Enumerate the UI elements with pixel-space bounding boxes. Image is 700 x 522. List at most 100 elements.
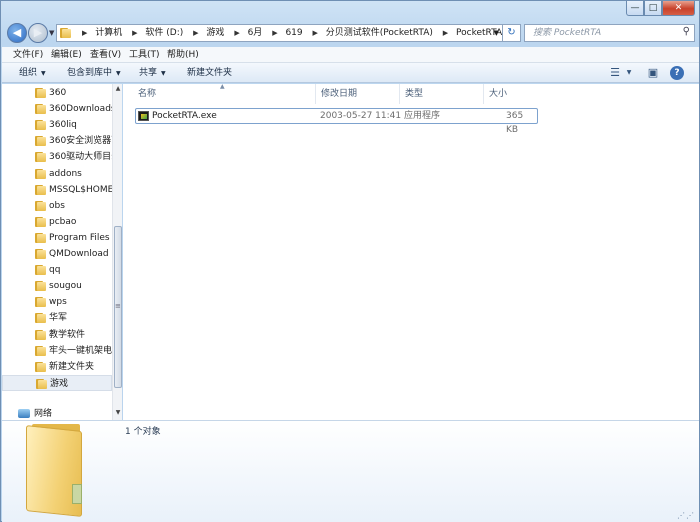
sidebar-item-label: 360驱动大师目录 (49, 152, 112, 163)
maximize-button[interactable]: □ (644, 1, 662, 16)
menu-edit[interactable]: 编辑(E) (51, 47, 82, 63)
explorer-window: — □ ✕ ◀ ▶ ▼ ▶ 计算机 ▶ 软件 (D:) ▶ 游戏 ▶ 6月 ▶ … (0, 0, 700, 522)
breadcrumb-arrow-icon[interactable]: ▶ (443, 29, 448, 37)
refresh-button[interactable]: ↻ (503, 24, 521, 42)
sidebar-folder-item[interactable]: QMDownload (2, 246, 112, 262)
sidebar-folder-item[interactable]: 360安全浏览器下 (2, 133, 112, 149)
chevron-down-icon: ▼ (161, 70, 166, 77)
breadcrumb-arrow-icon[interactable]: ▶ (272, 29, 277, 37)
new-folder-button[interactable]: 新建文件夹 (187, 63, 232, 83)
share-button[interactable]: 共享 ▼ (139, 63, 166, 84)
network-icon (18, 409, 30, 418)
breadcrumb-drive-d[interactable]: 软件 (D:) (145, 28, 183, 38)
sidebar-item-network[interactable]: 网络 (18, 408, 52, 420)
folder-icon (36, 378, 47, 389)
file-list-pane: 名称 ▲ 修改日期 类型 大小 PocketRTA.exe 2003-05-27… (123, 83, 699, 420)
search-icon[interactable]: ⚲ (683, 26, 690, 37)
sidebar-item-label: qq (49, 265, 61, 276)
folder-icon (35, 104, 46, 115)
sidebar-folder-item[interactable]: 华军 (2, 310, 112, 326)
menu-help[interactable]: 帮助(H) (167, 47, 199, 63)
table-row[interactable]: PocketRTA.exe 2003-05-27 11:41 应用程序 365 … (135, 108, 538, 135)
sidebar-folder-item[interactable]: obs (2, 198, 112, 214)
folder-icon (35, 345, 46, 356)
menu-bar: 文件(F) 编辑(E) 查看(V) 工具(T) 帮助(H) (2, 47, 699, 63)
breadcrumb: ▶ 计算机 ▶ 软件 (D:) ▶ 游戏 ▶ 6月 ▶ 619 ▶ 分贝测试软件… (77, 25, 504, 41)
breadcrumb-arrow-icon[interactable]: ▶ (313, 29, 318, 37)
file-name[interactable]: PocketRTA.exe (152, 109, 217, 123)
address-dropdown-icon[interactable]: ▼ (494, 25, 499, 41)
breadcrumb-619[interactable]: 619 (285, 28, 302, 38)
include-in-library-button[interactable]: 包含到库中 ▼ (67, 63, 121, 84)
sidebar-item-label: 牢头一键机架电脑 (49, 345, 112, 356)
menu-view[interactable]: 查看(V) (90, 47, 121, 63)
preview-pane-icon[interactable]: ▣ (646, 66, 660, 80)
file-size: 365 KB (506, 111, 524, 135)
share-label: 共享 (139, 68, 158, 78)
scroll-down-icon[interactable]: ▼ (113, 408, 123, 418)
folder-icon (35, 297, 46, 308)
folder-icon (35, 232, 46, 243)
scroll-up-icon[interactable]: ▲ (113, 84, 123, 94)
sidebar-folder-item[interactable]: wps (2, 294, 112, 310)
search-placeholder: 搜索 PocketRTA (533, 28, 602, 38)
sidebar-item-label: 华军 (49, 313, 68, 324)
sidebar-item-label: MSSQL$HOME (49, 184, 112, 195)
menu-file[interactable]: 文件(F) (13, 47, 43, 63)
breadcrumb-arrow-icon[interactable]: ▶ (234, 29, 239, 37)
forward-button[interactable]: ▶ (28, 23, 48, 43)
sidebar-item-label: 360 (49, 88, 67, 98)
sidebar-folder-item[interactable]: addons (2, 166, 112, 182)
breadcrumb-computer[interactable]: 计算机 (95, 28, 122, 38)
exe-file-icon (138, 111, 149, 121)
sidebar-scrollbar[interactable]: ▲ ≡ ▼ (112, 84, 122, 420)
breadcrumb-test-software[interactable]: 分贝测试软件(PocketRTA) (326, 28, 433, 38)
breadcrumb-arrow-icon[interactable]: ▶ (132, 29, 137, 37)
column-modified[interactable]: 修改日期 (316, 84, 400, 104)
view-options-icon[interactable]: ☰ (608, 66, 622, 80)
folder-icon (35, 281, 46, 292)
column-size[interactable]: 大小 (484, 84, 538, 104)
sidebar-folder-item[interactable]: qq (2, 262, 112, 278)
sidebar-folder-item[interactable]: sougou (2, 278, 112, 294)
folder-icon (35, 329, 46, 340)
view-dropdown-icon[interactable]: ▼ (624, 66, 634, 80)
search-input[interactable]: 搜索 PocketRTA ⚲ (524, 24, 695, 42)
sort-arrow-icon: ▲ (220, 83, 225, 90)
address-bar[interactable]: ▶ 计算机 ▶ 软件 (D:) ▶ 游戏 ▶ 6月 ▶ 619 ▶ 分贝测试软件… (56, 24, 503, 42)
sidebar-folder-item[interactable]: MSSQL$HOME (2, 182, 112, 198)
details-pane: 1 个对象 ⋰⋰ (2, 420, 699, 522)
sidebar-folder-item[interactable]: pcbao (2, 214, 112, 230)
sidebar-item-label: 360安全浏览器下 (49, 136, 112, 147)
menu-tools[interactable]: 工具(T) (129, 47, 160, 63)
breadcrumb-arrow-icon[interactable]: ▶ (82, 29, 87, 37)
help-icon[interactable]: ? (670, 66, 684, 80)
sidebar-folder-item[interactable]: 360liq (2, 117, 112, 133)
folder-icon (35, 184, 46, 195)
breadcrumb-games[interactable]: 游戏 (206, 28, 224, 38)
breadcrumb-june[interactable]: 6月 (248, 28, 263, 38)
sidebar-folder-item[interactable]: Program Files ( (2, 230, 112, 246)
large-folder-icon (24, 424, 88, 518)
minimize-button[interactable]: — (626, 1, 644, 16)
sidebar-folder-item[interactable]: 360 (2, 85, 112, 101)
file-modified: 2003-05-27 11:41 (320, 111, 402, 121)
organize-button[interactable]: 组织 ▼ (19, 63, 46, 84)
file-type: 应用程序 (404, 111, 441, 121)
sidebar-folder-item[interactable]: 牢头一键机架电脑 (2, 343, 112, 359)
breadcrumb-arrow-icon[interactable]: ▶ (193, 29, 198, 37)
close-button[interactable]: ✕ (662, 1, 695, 16)
recent-pages-dropdown[interactable]: ▼ (49, 29, 54, 37)
folder-icon (35, 361, 46, 372)
back-button[interactable]: ◀ (7, 23, 27, 43)
chevron-down-icon: ▼ (116, 70, 121, 77)
sidebar-folder-item[interactable]: 新建文件夹 (2, 359, 112, 375)
column-type[interactable]: 类型 (400, 84, 484, 104)
resize-grip-icon[interactable]: ⋰⋰ (677, 511, 695, 520)
sidebar-folder-item[interactable]: 教学软件 (2, 327, 112, 343)
sidebar-folder-item[interactable]: 360驱动大师目录 (2, 149, 112, 165)
sidebar-folder-item[interactable]: 360Downloads (2, 101, 112, 117)
sidebar-item-label: 教学软件 (49, 329, 86, 340)
folder-icon (35, 88, 46, 98)
sidebar-folder-item[interactable]: 游戏 (2, 374, 112, 391)
